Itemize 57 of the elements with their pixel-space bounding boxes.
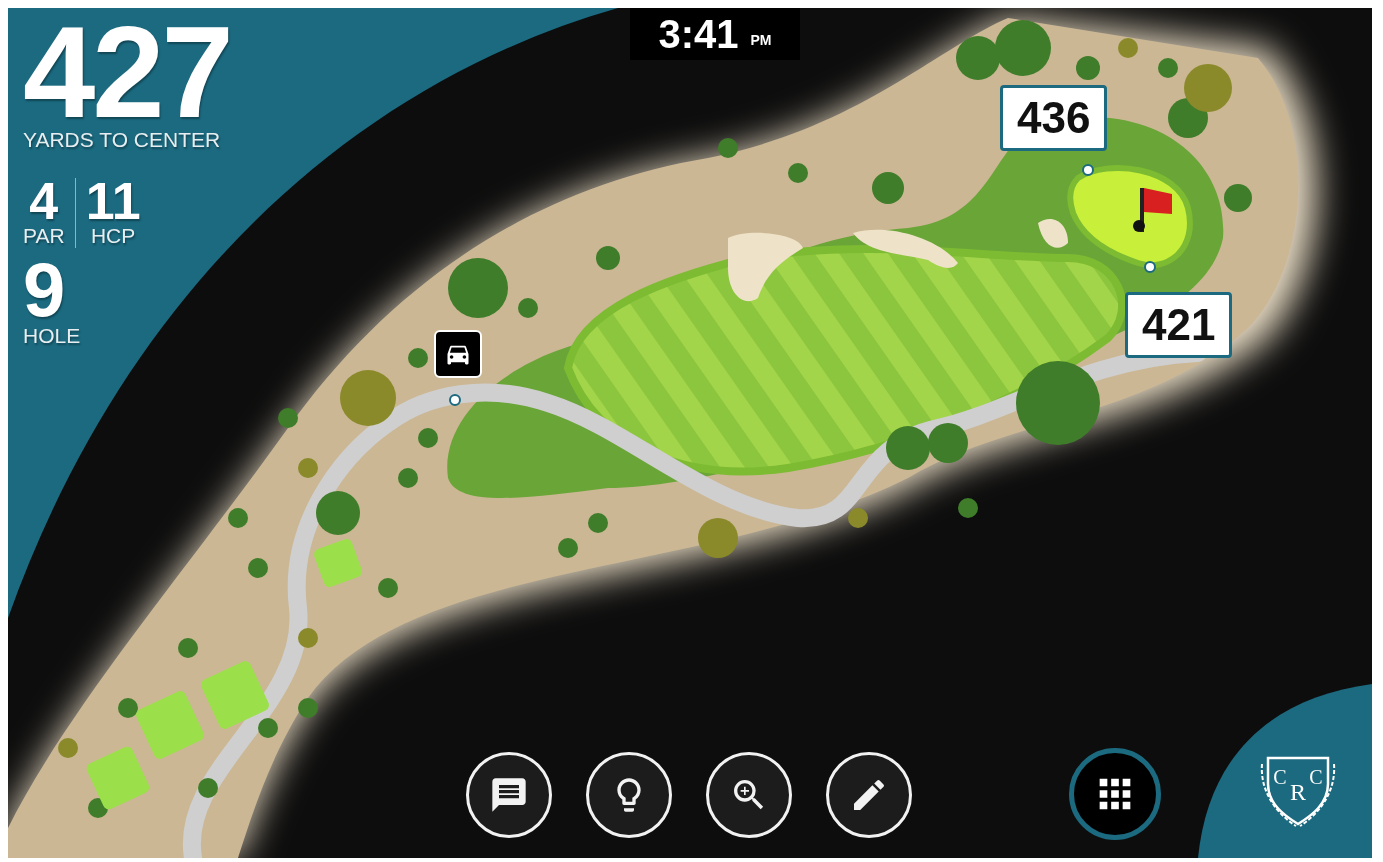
- tree-icon: [340, 370, 396, 426]
- tree-icon: [588, 513, 608, 533]
- tree-icon: [398, 468, 418, 488]
- tree-icon: [298, 698, 318, 718]
- tree-icon: [1168, 98, 1208, 138]
- position-dot: [449, 394, 461, 406]
- tree-icon: [408, 348, 428, 368]
- tree-icon: [1076, 56, 1100, 80]
- yards-value: 427: [23, 16, 231, 128]
- tree-icon: [995, 20, 1051, 76]
- flag-pin-icon: [1133, 188, 1172, 232]
- tree-icon: [198, 778, 218, 798]
- tree-icon: [316, 491, 360, 535]
- tree-icon: [248, 558, 268, 578]
- tree-icon: [886, 426, 930, 470]
- tree-icon: [928, 423, 968, 463]
- tree-icon: [298, 458, 318, 478]
- tree-icon: [596, 246, 620, 270]
- tree-icon: [872, 172, 904, 204]
- tree-icon: [718, 138, 738, 158]
- distance-marker: 436: [1000, 85, 1108, 151]
- tree-icon: [518, 298, 538, 318]
- tree-icon: [378, 578, 398, 598]
- tree-icon: [58, 738, 78, 758]
- par-label: PAR: [23, 224, 65, 248]
- tree-icon: [1118, 38, 1138, 58]
- tree-icon: [956, 36, 1000, 80]
- hole-label: HOLE: [23, 324, 81, 348]
- sand-bunker: [1038, 219, 1068, 248]
- tree-icon: [178, 638, 198, 658]
- distance-marker: 421: [1125, 292, 1233, 358]
- yards-label: YARDS TO CENTER: [23, 128, 222, 152]
- clock-time: 3:41: [658, 11, 739, 57]
- hole-number: 9: [23, 256, 66, 324]
- tree-icon: [1158, 58, 1178, 78]
- tree-icon: [848, 508, 868, 528]
- cart-marker-icon: [434, 330, 482, 378]
- tree-icon: [1224, 184, 1252, 212]
- par-value: 4: [29, 178, 59, 224]
- tree-icon: [448, 258, 508, 318]
- tree-icon: [228, 508, 248, 528]
- tree-icon: [958, 498, 978, 518]
- position-dot: [1144, 261, 1156, 273]
- tree-icon: [1016, 361, 1100, 445]
- tree-icon: [558, 538, 578, 558]
- position-dot: [1082, 164, 1094, 176]
- tree-icon: [418, 428, 438, 448]
- clock-period: PM: [750, 32, 772, 48]
- tree-icon: [258, 718, 278, 738]
- tree-icon: [278, 408, 298, 428]
- tree-icon: [1184, 64, 1232, 112]
- tree-icon: [118, 698, 138, 718]
- tree-icon: [698, 518, 738, 558]
- handicap-label: HCP: [90, 224, 136, 248]
- tree-icon: [298, 628, 318, 648]
- handicap-value: 11: [85, 178, 141, 224]
- tree-icon: [788, 163, 808, 183]
